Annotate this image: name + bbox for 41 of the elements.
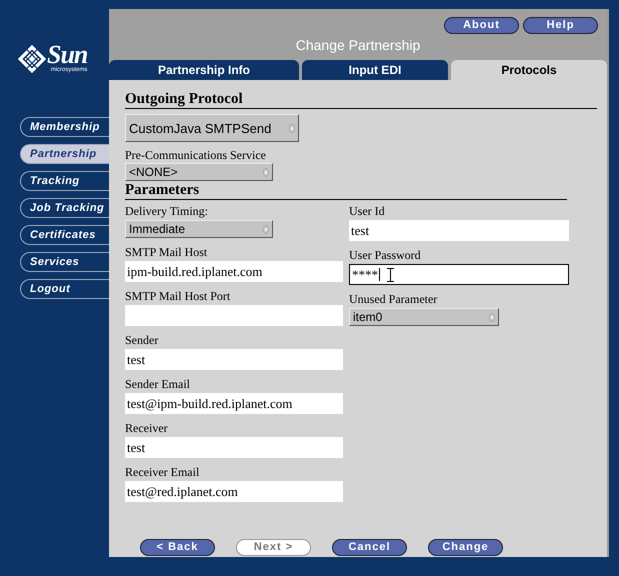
input-field[interactable]: test@red.iplanet.com — [125, 481, 343, 502]
field-label: Sender — [125, 334, 160, 347]
field-label: Sender Email — [125, 378, 191, 391]
field-label: Delivery Timing: — [125, 205, 210, 218]
field-label: Pre-Communications Service — [125, 149, 267, 162]
input-field[interactable]: test — [349, 220, 569, 241]
section-heading: Parameters — [125, 182, 567, 200]
footer-button[interactable]: < Back — [140, 539, 215, 556]
dropdown-knob-icon — [263, 168, 269, 176]
tab[interactable]: Input EDI — [302, 60, 448, 80]
field-label: User Password — [349, 249, 422, 262]
input-field[interactable]: test — [125, 437, 343, 458]
field-label: Receiver Email — [125, 466, 200, 479]
dropdown-knob-icon — [289, 124, 295, 132]
field-label: SMTP Mail Host Port — [125, 290, 232, 303]
dropdown-select[interactable]: item0 — [349, 308, 499, 326]
dropdown-select[interactable]: Immediate — [125, 220, 273, 238]
section-heading: Outgoing Protocol — [125, 91, 597, 109]
protocol-select[interactable]: CustomJava SMTPSend — [125, 114, 299, 142]
dropdown-knob-icon — [263, 224, 269, 234]
text-cursor-icon — [387, 268, 394, 282]
tab[interactable]: Partnership Info — [109, 60, 299, 80]
field-label: User Id — [349, 205, 386, 218]
input-field[interactable]: ipm-build.red.iplanet.com — [125, 261, 343, 282]
input-field[interactable]: test — [125, 349, 343, 370]
input-field[interactable]: **** — [349, 264, 569, 285]
sidebar-item[interactable]: Partnership — [20, 144, 109, 164]
header-button[interactable]: Help — [523, 17, 598, 34]
tab[interactable]: Protocols — [451, 60, 607, 80]
field-label: Receiver — [125, 422, 169, 435]
footer-button[interactable]: Change — [428, 539, 503, 556]
field-label: SMTP Mail Host — [125, 246, 208, 259]
field-label: Unused Parameter — [349, 293, 438, 306]
logo-wordmark: Sun — [47, 43, 88, 67]
page-title: Change Partnership — [294, 37, 422, 53]
header-button[interactable]: About — [444, 17, 519, 34]
service-select[interactable]: <NONE> — [125, 163, 273, 181]
input-field[interactable]: test@ipm-build.red.iplanet.com — [125, 393, 343, 414]
footer-button[interactable]: Cancel — [332, 539, 407, 556]
input-field[interactable] — [125, 305, 343, 326]
dropdown-knob-icon — [489, 312, 495, 322]
